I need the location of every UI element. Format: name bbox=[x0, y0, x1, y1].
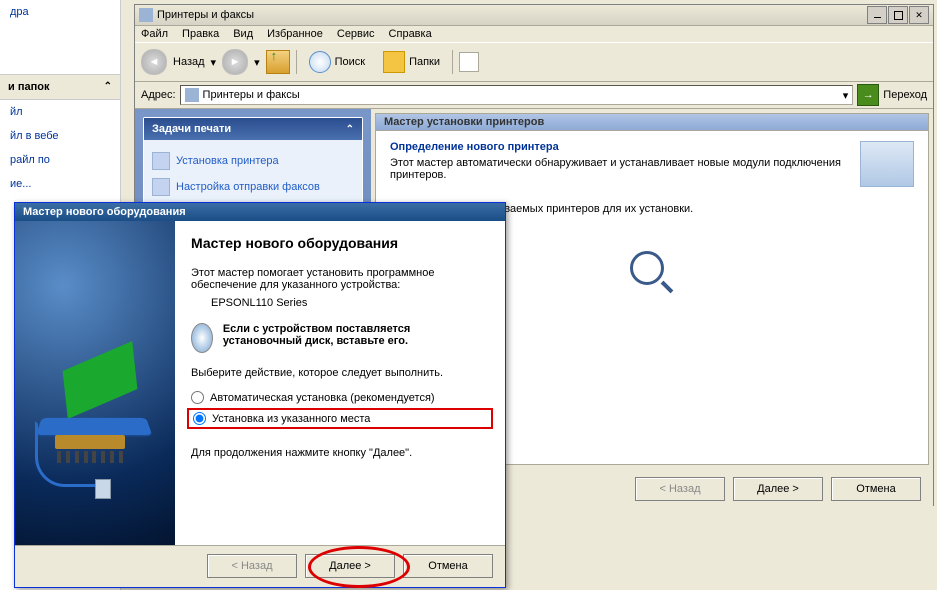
toolbar: ◄ Назад ▾ ► ▾ ↑ Поиск Папки bbox=[135, 42, 933, 82]
radio-manual-install[interactable]: Установка из указанного места bbox=[187, 408, 493, 429]
menu-favorites[interactable]: Избранное bbox=[267, 28, 323, 40]
go-label[interactable]: Переход bbox=[883, 89, 927, 101]
printer-wizard-icon bbox=[860, 141, 914, 187]
hw-cancel-button[interactable]: Отмена bbox=[403, 554, 493, 578]
wizard-right-pane: Мастер нового оборудования Этот мастер п… bbox=[175, 221, 505, 545]
address-bar: Адрес: Принтеры и факсы ▾ → Переход bbox=[135, 82, 933, 109]
address-field[interactable]: Принтеры и факсы ▾ bbox=[180, 85, 854, 105]
search-icon bbox=[309, 51, 331, 73]
forward-button[interactable]: ► bbox=[222, 49, 248, 75]
wizard-back-button[interactable]: < Назад bbox=[635, 477, 725, 501]
hw-intro: Этот мастер помогает установить программ… bbox=[191, 267, 489, 291]
wizard-cancel-button[interactable]: Отмена bbox=[831, 477, 921, 501]
bg-item[interactable]: йл bbox=[0, 100, 120, 124]
menu-edit[interactable]: Правка bbox=[182, 28, 219, 40]
hw-back-button[interactable]: < Назад bbox=[207, 554, 297, 578]
hw-continue: Для продолжения нажмите кнопку "Далее". bbox=[191, 447, 489, 459]
new-hardware-wizard: Мастер нового оборудования Мастер нового… bbox=[14, 202, 506, 588]
radio-auto-install[interactable]: Автоматическая установка (рекомендуется) bbox=[191, 389, 489, 406]
fax-icon bbox=[152, 178, 170, 196]
dropdown-icon[interactable]: ▾ bbox=[211, 56, 217, 69]
folder-icon bbox=[383, 51, 405, 73]
bg-item: дра bbox=[0, 0, 120, 24]
views-icon[interactable] bbox=[459, 52, 479, 72]
bg-item[interactable]: райл по bbox=[0, 148, 120, 172]
window-title: Принтеры и факсы bbox=[157, 9, 254, 21]
hw-dialog-buttons: < Назад Далее > Отмена bbox=[15, 545, 505, 586]
folders-button[interactable]: Папки bbox=[377, 49, 446, 75]
go-button[interactable]: → bbox=[857, 84, 879, 106]
back-button[interactable]: ◄ bbox=[141, 49, 167, 75]
menu-help[interactable]: Справка bbox=[389, 28, 432, 40]
task-label: Установка принтера bbox=[176, 155, 279, 167]
search-label: Поиск bbox=[335, 56, 365, 68]
hw-heading: Мастер нового оборудования bbox=[191, 235, 489, 251]
hw-cd-line: Если с устройством поставляется установо… bbox=[223, 323, 489, 347]
wizard-desc: Этот мастер автоматически обнаруживает и… bbox=[390, 157, 848, 181]
hw-device-name: EPSONL110 Series bbox=[191, 291, 489, 309]
cd-icon bbox=[191, 323, 213, 353]
wizard-titlebar: Мастер установки принтеров bbox=[376, 114, 928, 131]
wizard-banner-image bbox=[15, 221, 175, 545]
collapse-icon[interactable]: ⌃ bbox=[346, 124, 354, 135]
task-install-printer[interactable]: Установка принтера bbox=[152, 148, 354, 174]
searching-icon bbox=[630, 251, 674, 295]
address-label: Адрес: bbox=[141, 89, 176, 101]
wizard-buttons: < Назад Далее > Отмена bbox=[635, 477, 921, 501]
titlebar: Принтеры и факсы ✕ bbox=[135, 5, 933, 26]
dropdown-icon[interactable]: ▾ bbox=[843, 89, 849, 102]
up-folder-icon[interactable]: ↑ bbox=[266, 50, 290, 74]
maximize-button[interactable] bbox=[888, 6, 908, 24]
wizard-next-button[interactable]: Далее > bbox=[733, 477, 823, 501]
radio-manual-label: Установка из указанного места bbox=[212, 413, 370, 425]
search-button[interactable]: Поиск bbox=[303, 49, 371, 75]
back-label[interactable]: Назад bbox=[173, 56, 205, 68]
printer-icon bbox=[139, 8, 153, 22]
printer-icon bbox=[152, 152, 170, 170]
hw-select-label: Выберите действие, которое следует выпол… bbox=[191, 367, 489, 379]
close-button[interactable]: ✕ bbox=[909, 6, 929, 24]
task-setup-fax[interactable]: Настройка отправки факсов bbox=[152, 174, 354, 200]
hw-next-button[interactable]: Далее > bbox=[305, 554, 395, 578]
tasks-header[interactable]: Задачи печати ⌃ bbox=[144, 118, 362, 140]
dropdown-icon[interactable]: ▾ bbox=[254, 56, 260, 69]
menu-tools[interactable]: Сервис bbox=[337, 28, 375, 40]
hardware-device-icon bbox=[35, 351, 155, 491]
menu-view[interactable]: Вид bbox=[233, 28, 253, 40]
print-tasks-panel: Задачи печати ⌃ Установка принтера Настр… bbox=[143, 117, 363, 209]
radio-manual-input[interactable] bbox=[193, 412, 206, 425]
chevron-up-icon[interactable]: ⌃ bbox=[104, 81, 112, 93]
bg-section-header: и папок ⌃ bbox=[0, 74, 120, 100]
bg-item[interactable]: йл в вебе bbox=[0, 124, 120, 148]
tasks-header-text: Задачи печати bbox=[152, 123, 231, 135]
radio-auto-input[interactable] bbox=[191, 391, 204, 404]
printer-icon bbox=[185, 88, 199, 102]
wizard-heading: Определение нового принтера bbox=[390, 141, 848, 153]
address-value: Принтеры и факсы bbox=[203, 89, 300, 101]
bg-header-text: и папок bbox=[8, 81, 49, 93]
minimize-button[interactable] bbox=[867, 6, 887, 24]
bg-item[interactable]: ие... bbox=[0, 172, 120, 196]
dialog-title: Мастер нового оборудования bbox=[15, 203, 505, 221]
task-label: Настройка отправки факсов bbox=[176, 181, 320, 193]
folders-label: Папки bbox=[409, 56, 440, 68]
radio-auto-label: Автоматическая установка (рекомендуется) bbox=[210, 392, 435, 404]
menu-file[interactable]: Файл bbox=[141, 28, 168, 40]
menubar: Файл Правка Вид Избранное Сервис Справка bbox=[135, 26, 933, 42]
